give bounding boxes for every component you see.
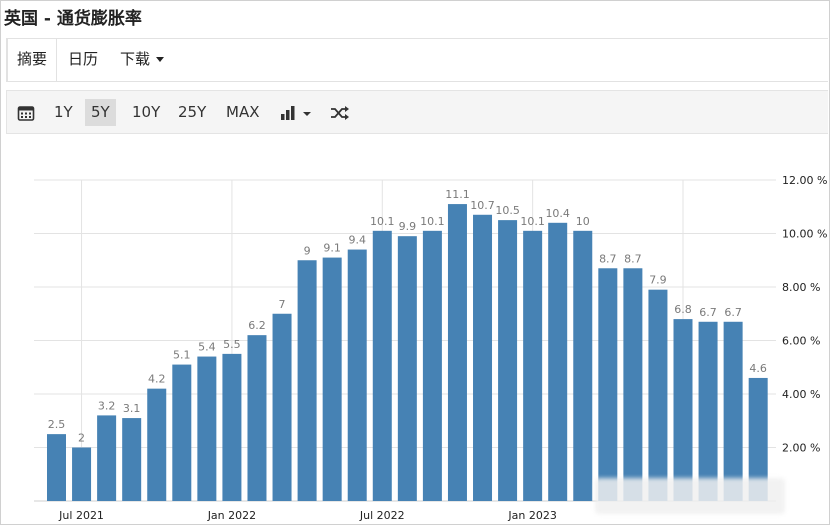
bar[interactable]	[397, 236, 417, 502]
range-10y-button[interactable]: 10Y	[126, 99, 166, 126]
bar[interactable]	[673, 319, 693, 501]
bar-value-label: 10.1	[420, 215, 445, 228]
bar-value-label: 5.1	[173, 349, 191, 362]
chevron-down-icon	[156, 57, 165, 62]
bar[interactable]	[573, 230, 593, 501]
calendar-icon[interactable]	[13, 99, 39, 126]
chart-toolbar: 1Y 5Y 10Y 25Y MAX	[6, 90, 828, 134]
bar[interactable]	[222, 353, 242, 501]
bar[interactable]	[172, 364, 192, 501]
bar[interactable]	[523, 230, 543, 501]
y-tick-label: 12.00 %	[782, 174, 827, 187]
bar[interactable]	[322, 257, 342, 501]
bar-value-label: 10.4	[545, 207, 570, 220]
bar[interactable]	[623, 268, 643, 501]
bar[interactable]	[372, 230, 392, 501]
y-tick-label: 6.00 %	[782, 335, 820, 348]
bar-value-label: 9.1	[323, 242, 341, 255]
bar[interactable]	[698, 321, 718, 501]
bar-value-label: 10.1	[520, 215, 545, 228]
range-max-button[interactable]: MAX	[220, 99, 265, 126]
bar[interactable]	[47, 434, 66, 501]
bar[interactable]	[72, 447, 92, 502]
bar-value-label: 8.7	[624, 252, 642, 265]
bar[interactable]	[147, 388, 167, 501]
y-tick-label: 10.00 %	[782, 228, 827, 241]
bar[interactable]	[97, 415, 117, 501]
bar-value-label: 9.9	[399, 220, 417, 233]
bar[interactable]	[297, 260, 317, 501]
x-tick-label: Jul 2021	[58, 509, 104, 522]
y-tick-label: 8.00 %	[782, 281, 820, 294]
tab-download-label: 下载	[120, 50, 151, 68]
bar[interactable]	[548, 222, 568, 502]
tab-bar: 摘要 日历 下载	[6, 38, 828, 82]
bar[interactable]	[598, 268, 618, 501]
page-title: 英国 - 通货膨胀率	[4, 9, 142, 29]
tab-summary-label: 摘要	[17, 50, 48, 68]
bar-value-label: 7.9	[649, 274, 667, 287]
bar-value-label: 3.2	[98, 399, 116, 412]
bar-value-label: 10.7	[470, 199, 495, 212]
bar-layer	[47, 204, 768, 502]
inflation-bar-chart: 2.5 2 3.2 3.1 4.2 5.1 5.4 5.5 6.2 7 9 9.1 9.4 10.1 9.9…	[6, 136, 832, 527]
bar-value-label: 4.6	[749, 362, 767, 375]
x-tick-label: Jan 2023	[507, 509, 556, 522]
bar-value-label: 4.2	[148, 373, 166, 386]
y-tick-label: 2.00 %	[782, 442, 820, 455]
chart-svg: 2.523.2 3.14.25.15.4 5.56.279 9.19.410.1 9.9…	[34, 174, 827, 522]
bar-value-label: 10.5	[495, 204, 520, 217]
bar[interactable]	[498, 220, 518, 501]
bar-value-label: 10.1	[370, 215, 395, 228]
bar-value-label: 11.1	[445, 188, 470, 201]
tab-download[interactable]: 下载	[111, 39, 173, 81]
bar-value-label: 5.4	[198, 341, 216, 354]
range-5y-button[interactable]: 5Y	[85, 99, 116, 126]
tab-summary[interactable]: 摘要	[7, 39, 58, 81]
range-25y-button[interactable]: 25Y	[172, 99, 212, 126]
x-tick-label: Jul 2022	[359, 509, 405, 522]
bar[interactable]	[723, 321, 743, 501]
watermark-overlay	[595, 478, 785, 514]
y-tick-label: 4.00 %	[782, 388, 820, 401]
bar-value-label: 2.5	[48, 418, 66, 431]
bar-value-label: 2	[78, 432, 85, 445]
tab-calendar-label: 日历	[68, 50, 99, 68]
bar[interactable]	[347, 249, 367, 501]
range-1y-button[interactable]: 1Y	[48, 99, 79, 126]
bar[interactable]	[422, 230, 442, 501]
bar-value-label: 6.2	[248, 319, 266, 332]
x-tick-label: Jan 2022	[207, 509, 256, 522]
bar-value-label: 9.4	[348, 234, 366, 247]
bar-value-label: 6.7	[724, 306, 742, 319]
bar-value-label: 8.7	[599, 252, 617, 265]
bar[interactable]	[272, 313, 292, 501]
bar-value-label: 6.7	[699, 306, 717, 319]
bar[interactable]	[122, 418, 142, 501]
bar-chart-icon[interactable]	[277, 99, 315, 126]
bar-value-label: 3.1	[123, 402, 141, 415]
shuffle-icon[interactable]	[327, 99, 353, 126]
bar[interactable]	[648, 289, 668, 501]
bar-value-label: 9	[304, 244, 311, 257]
bar[interactable]	[197, 356, 217, 501]
bar[interactable]	[447, 204, 467, 501]
bar-value-label: 6.8	[674, 303, 692, 316]
tab-calendar[interactable]: 日历	[59, 39, 107, 81]
bar[interactable]	[247, 335, 267, 501]
bar[interactable]	[473, 214, 493, 501]
bar-value-label: 5.5	[223, 338, 241, 351]
bar-value-label: 7	[279, 298, 286, 311]
bar-value-label: 10	[576, 215, 590, 228]
